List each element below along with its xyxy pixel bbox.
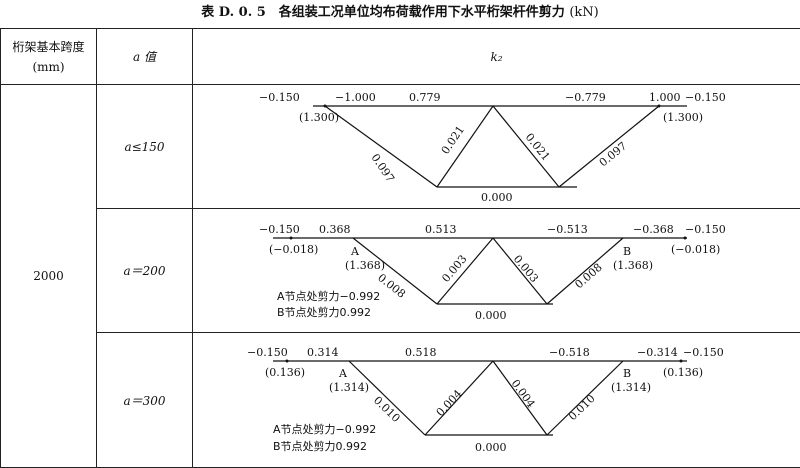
paren-left-value: (−0.018) [269, 243, 318, 256]
table-row: a＝300 −0.150 0.314 0.518 −0.518 −0.314 −… [1, 333, 800, 468]
top-right-value: −0.314 [637, 346, 678, 359]
node-dot [324, 105, 327, 108]
bottom-chord-value: 0.000 [475, 441, 507, 454]
a-value: a≤150 [124, 140, 164, 154]
header-span-label: 桁架基本跨度 [1, 37, 96, 57]
diagonal-2-label: 0.004 [434, 387, 465, 419]
top-mid-right-value: −0.518 [549, 346, 590, 359]
a-value: a＝300 [123, 394, 165, 408]
top-left-value: 0.368 [319, 223, 351, 236]
node-a-value: (1.368) [345, 259, 385, 272]
diagonal-3 [493, 106, 559, 187]
diagonal-2-label: 0.021 [439, 123, 467, 156]
header-a-label: a 值 [133, 50, 156, 64]
top-mid-left-value: 0.513 [425, 223, 457, 236]
table-title: 表 D. 0. 5 各组装工况单位均布荷载作用下水平桁架杆件剪力 [201, 5, 565, 20]
right-end-value: −0.150 [685, 223, 726, 236]
top-mid-left-value: 0.779 [409, 91, 441, 104]
table-unit: (kN) [569, 5, 598, 20]
top-mid-left-value: 0.518 [405, 346, 437, 359]
top-mid-right-value: −0.779 [565, 91, 606, 104]
table-caption: 表 D. 0. 5 各组装工况单位均布荷载作用下水平桁架杆件剪力 (kN) [0, 0, 800, 28]
truss-diagram: −0.150 −1.000 0.779 −0.779 1.000 −0.150 … [193, 85, 800, 208]
header-span-unit: (mm) [1, 57, 96, 77]
node-b-label: B [623, 367, 631, 380]
top-left-value: 0.314 [307, 346, 339, 359]
paren-right-value: (−0.018) [671, 243, 720, 256]
paren-right-value: (1.300) [663, 111, 703, 124]
node-dot [290, 237, 293, 240]
node-dot [286, 360, 289, 363]
right-end-value: −0.150 [685, 91, 726, 104]
node-a-label: A [350, 245, 360, 258]
diagonal-1-label: 0.097 [369, 151, 397, 184]
a-value-cell: a≤150 [97, 85, 193, 209]
paren-right-value: (0.136) [663, 366, 703, 379]
truss-diagram: −0.150 0.314 0.518 −0.518 −0.314 −0.150 … [193, 333, 800, 467]
a-value-cell: a＝300 [97, 333, 193, 468]
paren-left-value: (1.300) [299, 111, 339, 124]
header-row: 桁架基本跨度 (mm) a 值 k₂ [1, 29, 800, 85]
header-k-label: k₂ [490, 50, 502, 64]
shear-force-table: 桁架基本跨度 (mm) a 值 k₂ 2000 a≤150 −0.150 −1.… [0, 28, 800, 468]
diagonal-4-label: 0.010 [566, 392, 598, 423]
node-b-value: (1.314) [611, 381, 651, 394]
node-a-shear-note: A节点处剪力−0.992 [273, 422, 376, 436]
node-b-value: (1.368) [613, 259, 653, 272]
diagonal-3-label: 0.004 [509, 377, 538, 410]
node-dot [658, 105, 661, 108]
node-a-label: A [338, 367, 348, 380]
diagonal-4-label: 0.008 [572, 261, 604, 291]
table-row: a＝200 −0.150 0.368 0.513 −0.513 −0.368 −… [1, 209, 800, 333]
a-value: a＝200 [123, 264, 165, 278]
node-a-shear-note: A节点处剪力−0.992 [277, 289, 380, 303]
truss-cell: −0.150 −1.000 0.779 −0.779 1.000 −0.150 … [193, 85, 800, 209]
paren-left-value: (0.136) [265, 366, 305, 379]
header-a-cell: a 值 [97, 29, 193, 85]
left-end-value: −0.150 [247, 346, 288, 359]
truss-cell: −0.150 0.314 0.518 −0.518 −0.314 −0.150 … [193, 333, 800, 468]
top-right-value: 1.000 [649, 91, 681, 104]
header-span-cell: 桁架基本跨度 (mm) [1, 29, 97, 85]
top-mid-right-value: −0.513 [547, 223, 588, 236]
bottom-chord-value: 0.000 [475, 309, 507, 322]
diagonal-4 [559, 106, 659, 187]
top-right-value: −0.368 [633, 223, 674, 236]
node-b-shear-note: B节点处剪力0.992 [277, 305, 371, 319]
diagonal-3-label: 0.003 [511, 253, 541, 285]
node-b-label: B [623, 245, 631, 258]
left-end-value: −0.150 [259, 223, 300, 236]
node-b-shear-note: B节点处剪力0.992 [273, 439, 367, 453]
bottom-chord-value: 0.000 [481, 191, 513, 204]
node-a-value: (1.314) [329, 381, 369, 394]
left-end-value: −0.150 [259, 91, 300, 104]
truss-cell: −0.150 0.368 0.513 −0.513 −0.368 −0.150 … [193, 209, 800, 333]
header-k-cell: k₂ [193, 29, 800, 85]
diagonal-2-label: 0.003 [439, 252, 469, 284]
node-dot [684, 237, 687, 240]
table-row: 2000 a≤150 −0.150 −1.000 0.779 −0.779 1.… [1, 85, 800, 209]
node-dot [680, 360, 683, 363]
a-value-cell: a＝200 [97, 209, 193, 333]
top-left-value: −1.000 [335, 91, 376, 104]
truss-diagram: −0.150 0.368 0.513 −0.513 −0.368 −0.150 … [193, 209, 800, 332]
right-end-value: −0.150 [683, 346, 724, 359]
span-value-cell: 2000 [1, 85, 97, 468]
span-value: 2000 [33, 269, 64, 283]
